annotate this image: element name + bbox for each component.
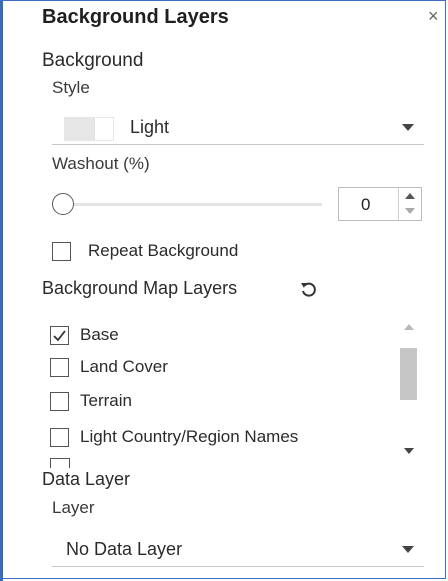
- spinner-up-icon[interactable]: [405, 193, 415, 199]
- washout-value: 0: [361, 195, 371, 214]
- washout-slider-handle[interactable]: [52, 193, 74, 215]
- list-item[interactable]: Base: [50, 322, 390, 350]
- list-item[interactable]: Terrain: [50, 388, 390, 416]
- light-country-region-names-checkbox[interactable]: [50, 428, 69, 447]
- map-layers-section-label: Background Map Layers: [42, 278, 238, 298]
- list-item-label: Terrain: [80, 391, 132, 410]
- close-icon[interactable]: ×: [428, 6, 439, 26]
- background-section-label: Background: [42, 50, 144, 71]
- scroll-down-icon[interactable]: [404, 448, 414, 454]
- style-swatch-icon: [64, 117, 114, 141]
- washout-spinner: [398, 188, 421, 220]
- spinner-down-icon[interactable]: [405, 208, 415, 214]
- repeat-background-checkbox[interactable]: [52, 242, 71, 261]
- base-checkbox[interactable]: [50, 326, 69, 345]
- washout-number-input[interactable]: 0: [338, 187, 422, 221]
- chevron-down-icon: [402, 546, 414, 553]
- style-dropdown-value: Light: [130, 117, 170, 137]
- land-cover-checkbox[interactable]: [50, 358, 69, 377]
- list-item-label: Land Cover: [80, 357, 168, 376]
- map-layers-list: Base Land Cover Terrain Light Country/Re…: [50, 314, 422, 468]
- data-layer-dropdown[interactable]: No Data Layer: [52, 532, 424, 567]
- list-item-label: Base: [80, 325, 119, 344]
- list-item[interactable]: Land Cover: [50, 354, 390, 382]
- layer-label: Layer: [52, 498, 95, 517]
- data-layer-section-label: Data Layer: [42, 469, 131, 489]
- scroll-up-icon[interactable]: [404, 324, 414, 330]
- reset-icon[interactable]: [298, 279, 318, 299]
- data-layer-dropdown-value: No Data Layer: [66, 539, 183, 559]
- terrain-checkbox[interactable]: [50, 392, 69, 411]
- chevron-down-icon: [402, 124, 414, 131]
- partial-list-item: [50, 458, 70, 468]
- panel-title: Background Layers: [42, 6, 229, 28]
- repeat-background-label: Repeat Background: [88, 241, 239, 260]
- list-item[interactable]: Light Country/Region Names: [50, 424, 390, 452]
- washout-slider-track[interactable]: [70, 203, 322, 206]
- style-label: Style: [52, 78, 90, 97]
- checkmark-icon: [53, 330, 66, 342]
- scrollbar-thumb[interactable]: [400, 348, 417, 400]
- style-dropdown[interactable]: Light: [52, 110, 424, 145]
- list-item-label: Light Country/Region Names: [80, 427, 299, 446]
- map-layers-scrollbar[interactable]: [398, 318, 420, 462]
- washout-label: Washout (%): [52, 154, 150, 173]
